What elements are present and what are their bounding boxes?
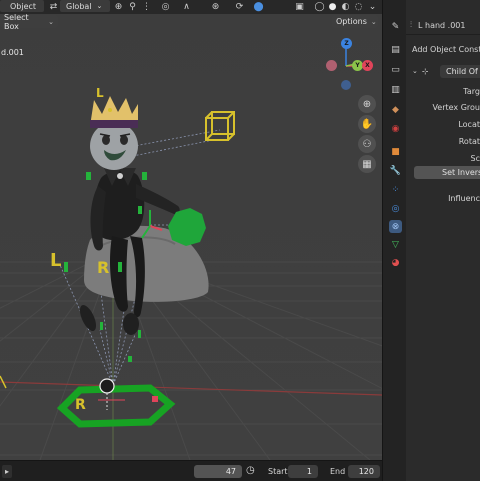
clock-icon: ◷ [246,465,255,476]
visibility-icon[interactable]: ⊛ [210,1,221,12]
orientation-icon: ⇄ [49,1,58,12]
xray-toggle-icon[interactable]: ▣ [294,1,305,12]
navigation-gizmo[interactable]: Z Y X [322,34,374,90]
gizmo-z-label: Z [344,40,349,47]
chevron-down-icon: ⌄ [370,17,377,26]
options-label: Options [336,17,367,26]
vertex-group-row: Vertex Grou [406,100,480,114]
gizmo-y-label: Y [355,62,360,69]
object-name-row: ⫶ L hand .001 [406,18,465,32]
transform-orientation-label: Global [66,1,92,11]
data-tab-icon[interactable]: ▽ [389,238,402,251]
influence-row: Influenc [406,191,480,205]
shading-wireframe-icon[interactable]: ◯ [314,1,325,12]
tool-tab-icon[interactable]: ✎ [389,20,402,33]
collapse-chevron-icon[interactable]: ⌄ [412,67,418,75]
play-icon[interactable]: ▸ [2,465,12,478]
snap-target-icon[interactable]: ⋮ [141,1,152,12]
output-tab-icon[interactable]: ▭ [389,63,402,76]
gizmo-z-negative[interactable] [341,80,351,90]
shading-options-icon[interactable]: ⌄ [367,1,378,12]
gizmo-x-negative[interactable] [326,60,337,71]
transform-orientation-dropdown[interactable]: Global ⌄ [60,0,110,12]
start-label: Start [268,467,288,476]
child-of-constraint-icon: ⊹ [421,66,429,76]
active-object-label: d.001 [1,48,24,57]
pivot-icon[interactable]: ⊕ [113,1,124,12]
object-type-icon: ⫶ [410,20,412,29]
material-tab-icon[interactable]: ◕ [389,256,402,269]
properties-tab-bar: ✎ ▤ ▭ ▥ ◆ ◉ ■ 🔧 ⁘ ◎ ⊗ ▽ ◕ [382,0,406,481]
perspective-grid-icon[interactable]: ▦ [358,155,376,173]
chevron-down-icon: ⌄ [48,17,54,26]
target-label: Targ [463,86,480,96]
constraints-tab-icon[interactable]: ⊗ [389,220,402,233]
modifier-tab-icon[interactable]: 🔧 [389,164,402,177]
gizmo-x-label: X [365,62,370,69]
object-mode-label: Object [10,1,37,11]
end-frame-value: 120 [358,467,374,476]
object-name-label[interactable]: L hand .001 [418,21,465,30]
view-layer-tab-icon[interactable]: ▥ [389,83,402,96]
snap-icon[interactable]: ⚲ [127,1,138,12]
shading-rendered-icon[interactable]: ◌ [353,1,364,12]
camera-view-icon[interactable]: ⚇ [358,135,376,153]
start-frame-field[interactable]: 1 [288,465,318,478]
object-tab-icon[interactable]: ■ [389,145,402,158]
constraint-type-label: Child Of [446,67,478,76]
end-frame-field[interactable]: 120 [348,465,380,478]
scale-row: Sc [406,151,480,165]
location-label: Locat [458,119,480,129]
render-tab-icon[interactable]: ▤ [389,43,402,56]
location-row: Locat [406,117,480,131]
world-tab-icon[interactable]: ◉ [389,122,402,135]
scene-tab-icon[interactable]: ◆ [389,103,402,116]
rotation-label: Rotat [458,136,480,146]
particles-tab-icon[interactable]: ⁘ [389,183,402,196]
gizmo-x-axis[interactable]: X [362,60,373,71]
add-constraint-label: Add Object Constra [412,44,480,54]
viewport-header: Object ⇄ Global ⌄ ⊕ ⚲ ⋮ ◎ ∧ ⊛ ⟳ ⬤ ▣ ◯ ● … [0,0,382,14]
start-frame-value: 1 [306,467,312,476]
gizmo-toggle-icon[interactable]: ⟳ [234,1,245,12]
rig-letter-l[interactable]: L [50,250,61,271]
zoom-icon[interactable]: ⊕ [358,95,376,113]
influence-label: Influenc [448,193,480,203]
shading-solid-icon[interactable]: ● [327,1,338,12]
scale-label: Sc [470,153,480,163]
current-frame-field[interactable]: 47 [194,465,242,478]
proportional-edit-icon[interactable]: ◎ [160,1,171,12]
end-label: End [330,467,346,476]
set-inverse-label: Set Inverse [442,168,480,177]
overlay-toggle-icon[interactable]: ⬤ [253,1,264,12]
3d-viewport[interactable]: L R L R Object ⇄ Global ⌄ ⊕ ⚲ ⋮ ◎ ∧ ⊛ ⟳ … [0,0,382,460]
object-mode-dropdown[interactable]: Object [0,0,44,12]
rig-letter-r[interactable]: R [97,258,109,277]
physics-tab-icon[interactable]: ◎ [389,202,402,215]
gizmo-z-axis[interactable]: Z [341,38,352,49]
constraint-name-field[interactable]: Child Of [440,65,480,78]
timeline-bar: ▸ 47 ◷ Start 1 End 120 [0,460,382,481]
falloff-icon[interactable]: ∧ [181,1,192,12]
rig-letter-r-small[interactable]: R [75,397,86,413]
select-box-dropdown[interactable]: Select Box ⌄ [0,12,58,31]
shading-material-icon[interactable]: ◐ [340,1,351,12]
select-box-label: Select Box [4,12,29,31]
pan-hand-icon[interactable]: ✋ [358,115,376,133]
options-dropdown[interactable]: Options ⌄ [332,15,378,28]
add-constraint-button[interactable]: Add Object Constra [412,42,480,56]
current-frame-value: 47 [225,467,236,476]
rotation-row: Rotat [406,134,480,148]
vertex-group-label: Vertex Grou [432,102,480,112]
rig-letter-l-small[interactable]: L [96,86,104,100]
properties-panel: ⫶ L hand .001 Add Object Constra ⌄ ⊹ Chi… [406,0,480,481]
target-row: Targ [406,84,480,98]
set-inverse-button[interactable]: Set Inverse [414,166,480,179]
constraint-header: ⌄ ⊹ [406,64,429,78]
chevron-down-icon: ⌄ [96,2,103,10]
